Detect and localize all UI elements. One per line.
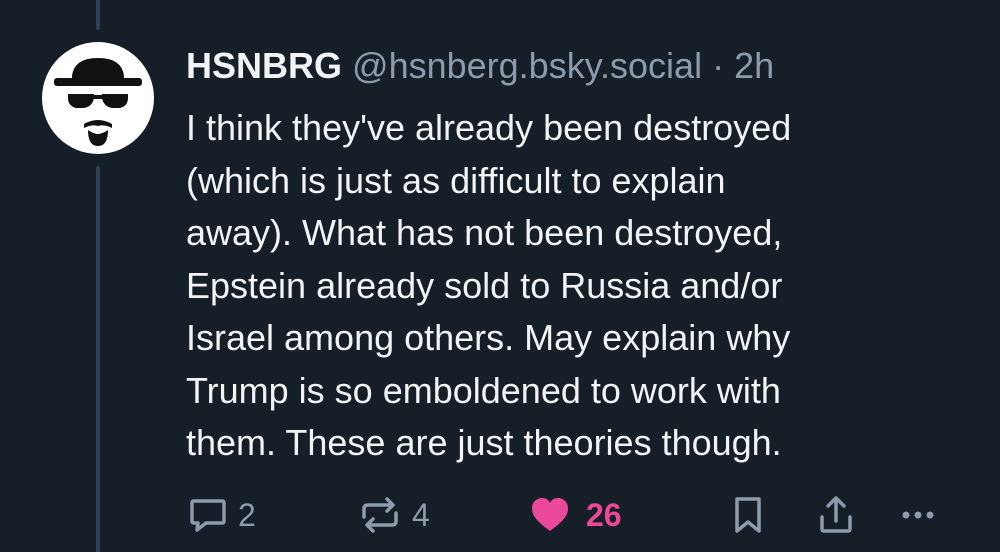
share-button[interactable] (814, 490, 858, 540)
fedora-sunglasses-avatar-icon (54, 58, 142, 146)
more-options-icon (902, 511, 934, 519)
author-handle[interactable]: @hsnberg.bsky.social (352, 45, 702, 86)
post-actions: 2 4 26 (0, 490, 1000, 540)
repost-count: 4 (412, 496, 430, 533)
like-count: 26 (586, 496, 622, 533)
more-options-button[interactable] (896, 490, 940, 540)
bookmark-icon (735, 497, 761, 533)
post-text-line: (which is just as difficult to explain (186, 159, 726, 201)
post-header: HSNBRG @hsnberg.bsky.social · 2h (186, 44, 774, 88)
speech-bubble-icon (190, 499, 226, 532)
post-text-line: them. These are just theories though. (186, 422, 782, 463)
repost-icon (362, 497, 398, 533)
thread-line-top (96, 0, 100, 30)
post-text-line: Epstein already sold to Russia and/or (186, 264, 783, 306)
post-text-line: Trump is so emboldened to work with (186, 369, 781, 411)
post-text-line: Israel among others. May explain why (186, 317, 791, 358)
author-display-name[interactable]: HSNBRG (186, 45, 342, 86)
bookmark-button[interactable] (728, 490, 768, 540)
heart-icon (532, 498, 568, 531)
post-card[interactable]: HSNBRG @hsnberg.bsky.social · 2h I think… (0, 0, 1000, 552)
like-button[interactable]: 26 (528, 490, 622, 540)
post-timestamp[interactable]: 2h (734, 45, 774, 86)
avatar[interactable] (42, 42, 154, 154)
post-text: I think they've already been destroyed (… (186, 102, 986, 470)
post-text-line: away). What has not been destroyed, (186, 212, 783, 253)
post-text-line: I think they've already been destroyed (186, 107, 792, 148)
header-separator: · (712, 45, 725, 86)
share-icon (820, 496, 852, 533)
reply-count: 2 (238, 496, 256, 533)
repost-button[interactable]: 4 (356, 490, 430, 540)
reply-button[interactable]: 2 (186, 490, 256, 540)
